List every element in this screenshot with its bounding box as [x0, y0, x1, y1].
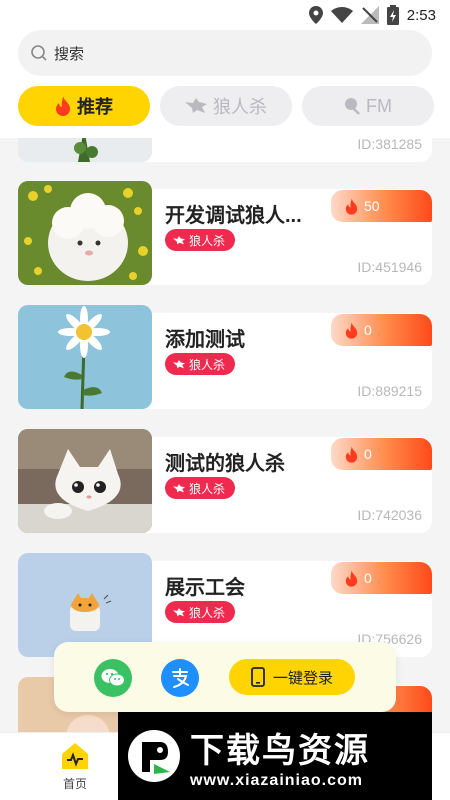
flame-icon: [345, 569, 358, 587]
nav-item-home[interactable]: 首页: [30, 741, 120, 792]
flame-icon: [56, 96, 70, 116]
hot-count: 0: [364, 570, 372, 586]
phone-icon: [251, 667, 265, 687]
search-icon: [31, 45, 47, 61]
room-cover-image: [18, 305, 152, 409]
search-placeholder: 搜索: [54, 45, 85, 63]
tab-label: 狼人杀: [213, 97, 267, 117]
watermark-title: 下载鸟资源: [190, 731, 370, 770]
bird-logo-icon: [128, 730, 180, 782]
alipay-icon: [172, 668, 189, 688]
one-click-login-label: 一键登录: [272, 669, 333, 687]
room-cover-image: [18, 429, 152, 533]
room-title: 添加测试: [165, 329, 245, 351]
wolf-icon: [173, 359, 185, 368]
category-tabs: 推荐 狼人杀 FM: [18, 86, 434, 126]
room-tag-label: 狼人杀: [189, 357, 226, 372]
tab-recommend[interactable]: 推荐: [18, 86, 150, 126]
room-tag: 狼人杀: [165, 353, 236, 375]
one-click-login-button[interactable]: 一键登录: [229, 659, 355, 695]
tab-label: FM: [366, 95, 392, 116]
signal-icon: [360, 6, 379, 24]
room-tag: 狼人杀: [165, 229, 236, 251]
status-icons: 2:53: [308, 5, 436, 25]
hot-badge: 0: [331, 314, 432, 346]
room-card[interactable]: 添加测试 狼人杀 0 ID:889215: [18, 305, 432, 409]
alipay-login-button[interactable]: [161, 659, 199, 697]
wolf-icon: [173, 607, 185, 616]
flame-icon: [345, 321, 358, 339]
room-title: 展示工会: [165, 577, 245, 599]
login-popup: 一键登录: [54, 642, 396, 712]
room-card[interactable]: ID:381285: [18, 138, 432, 162]
header: 搜索 推荐 狼人杀 FM: [0, 30, 450, 138]
hot-count: 50: [364, 198, 380, 214]
nav-label: 首页: [62, 777, 87, 791]
home-wave-icon: [62, 743, 88, 769]
location-icon: [308, 6, 323, 24]
room-cover-image: [18, 138, 152, 162]
room-tag-label: 狼人杀: [189, 605, 226, 620]
watermark-url: www.xiazainiao.com: [190, 771, 364, 789]
hot-badge: 0: [331, 438, 432, 470]
room-cover-image: [18, 181, 152, 285]
room-card[interactable]: 测试的狼人杀 狼人杀 0 ID:742036: [18, 429, 432, 533]
tab-label: 推荐: [77, 97, 113, 117]
status-bar: 2:53: [0, 0, 450, 30]
room-id: ID:889215: [357, 383, 422, 399]
hot-badge: 0: [331, 562, 432, 594]
watermark-banner: 下载鸟资源 www.xiazainiao.com: [118, 712, 432, 800]
flame-icon: [345, 445, 358, 463]
microphone-icon: [345, 98, 360, 115]
room-id: ID:451946: [357, 259, 422, 275]
hot-count: 0: [364, 322, 372, 338]
room-id: ID:381285: [357, 138, 422, 152]
room-tag-label: 狼人杀: [189, 233, 226, 248]
tab-fm[interactable]: FM: [302, 86, 434, 126]
room-id: ID:742036: [357, 507, 422, 523]
status-time: 2:53: [406, 6, 436, 24]
wechat-login-button[interactable]: [94, 659, 132, 697]
room-tag-label: 狼人杀: [189, 481, 226, 496]
room-tag: 狼人杀: [165, 477, 236, 499]
hot-badge: 50: [331, 190, 432, 222]
watermark-text: 下载鸟资源 www.xiazainiao.com: [190, 723, 370, 790]
room-card[interactable]: 开发调试狼人... 狼人杀 50 ID:451946: [18, 181, 432, 285]
flame-icon: [345, 197, 358, 215]
wechat-icon: [101, 669, 125, 687]
tab-werewolf[interactable]: 狼人杀: [160, 86, 292, 126]
wolf-icon: [173, 235, 185, 244]
wolf-icon: [185, 98, 207, 113]
room-tag: 狼人杀: [165, 601, 236, 623]
battery-icon: [386, 5, 399, 25]
hot-count: 0: [364, 446, 372, 462]
wolf-icon: [173, 483, 185, 492]
room-title: 开发调试狼人...: [165, 205, 302, 227]
wifi-icon: [330, 7, 353, 23]
search-input[interactable]: 搜索: [18, 30, 432, 76]
room-title: 测试的狼人杀: [165, 453, 285, 475]
